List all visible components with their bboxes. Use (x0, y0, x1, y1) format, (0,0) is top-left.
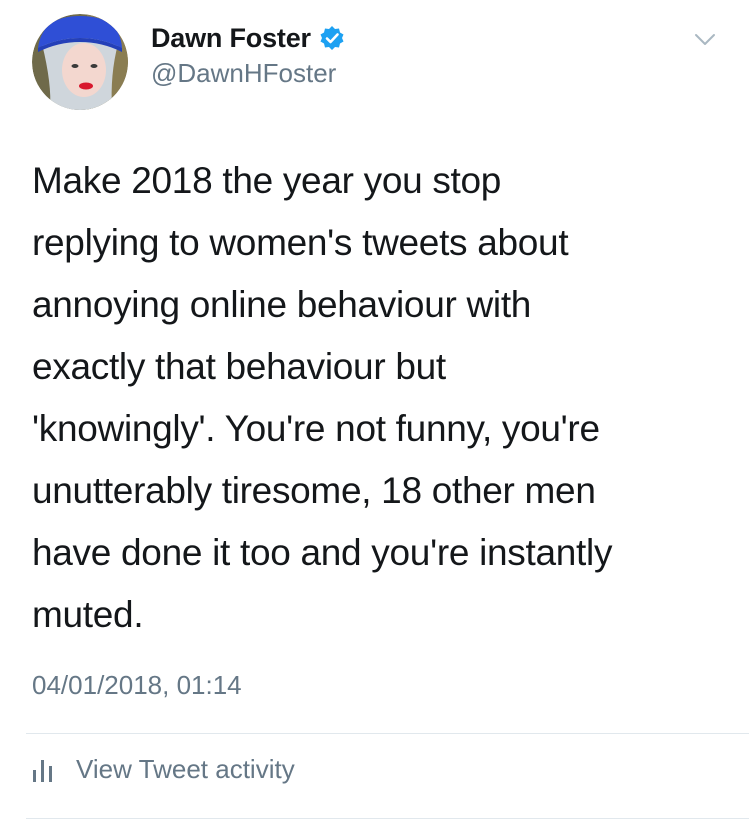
bar-chart-icon (32, 758, 54, 782)
display-name[interactable]: Dawn Foster (151, 23, 311, 54)
divider (26, 733, 749, 734)
verified-badge-icon (319, 25, 345, 51)
tweet-header: Dawn Foster @DawnHFoster (32, 14, 732, 110)
tweet-text: Make 2018 the year you stop replying to … (32, 160, 613, 635)
chevron-down-icon[interactable] (692, 26, 718, 52)
avatar-image (32, 14, 128, 110)
view-tweet-activity-button[interactable]: View Tweet activity (32, 754, 295, 785)
display-name-row: Dawn Foster (151, 20, 345, 56)
view-tweet-activity-label: View Tweet activity (76, 754, 295, 784)
tweet-timestamp: 04/01/2018, 01:14 (32, 670, 242, 700)
divider (26, 818, 749, 819)
handle[interactable]: @DawnHFoster (151, 58, 345, 89)
author-names: Dawn Foster @DawnHFoster (151, 20, 345, 89)
avatar[interactable] (32, 14, 128, 110)
